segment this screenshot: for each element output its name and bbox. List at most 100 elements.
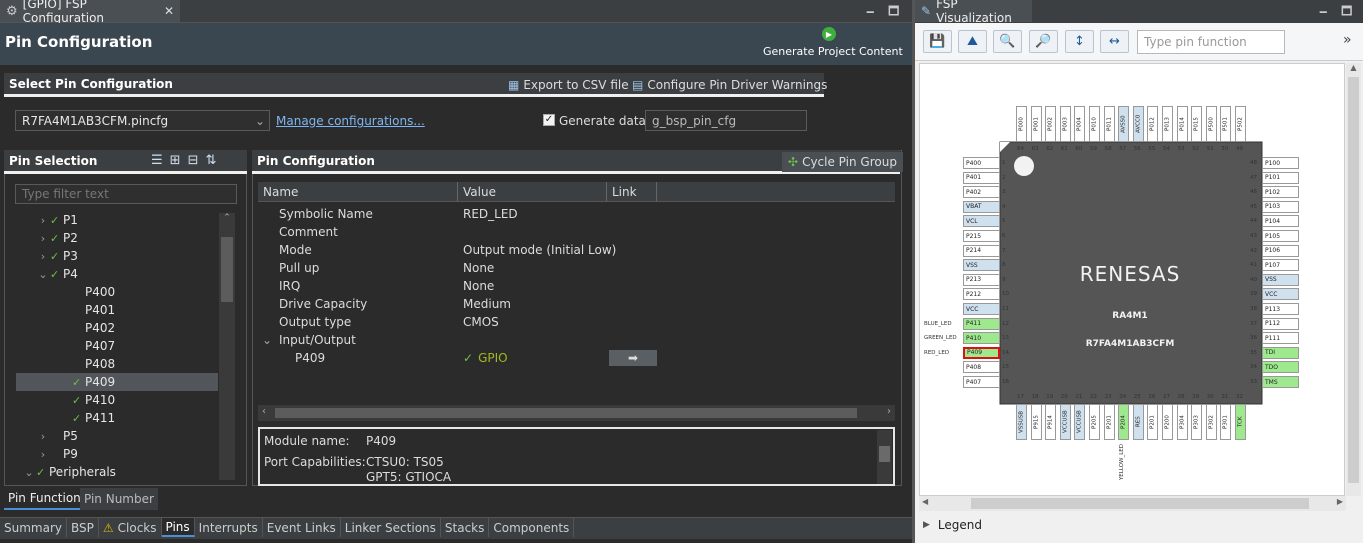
chip-pin[interactable]: VCC	[1262, 288, 1299, 301]
cycle-pin-group-button[interactable]: ✣ Cycle Pin Group	[782, 152, 903, 172]
pin-tree-item[interactable]: › ✓ P3	[16, 247, 218, 265]
pin-tree-item[interactable]: ⌄ ✓ Peripherals	[16, 463, 218, 481]
chip-pin[interactable]: P502	[1235, 106, 1246, 142]
viz-maximize-icon[interactable]: 🗖	[1341, 2, 1352, 23]
property-row[interactable]: Output type CMOS	[258, 313, 895, 331]
pin-tree-item[interactable]: › ✓ P1	[16, 211, 218, 229]
subtab-pin-function[interactable]: Pin Function	[4, 488, 85, 510]
pin-tree-item[interactable]: › P5	[16, 427, 218, 445]
zoom-fit-button[interactable]: ⛰	[958, 30, 987, 53]
chip-pin[interactable]: P408	[963, 361, 1000, 374]
tab-stacks[interactable]: Stacks	[440, 518, 490, 537]
chevron-right-icon[interactable]: ›	[36, 232, 50, 245]
scroll-up-icon[interactable]: ⌃	[219, 213, 235, 227]
property-row[interactable]: Mode Output mode (Initial Low)	[258, 241, 895, 259]
pin-tree-item[interactable]: P400	[16, 283, 218, 301]
chip-pin[interactable]: P010	[1089, 106, 1100, 142]
hscroll-thumb[interactable]	[275, 408, 857, 418]
chip-pin[interactable]: P304	[1176, 404, 1188, 440]
chip-pin[interactable]: AVSS0	[1118, 106, 1130, 142]
fit-height-button[interactable]: ↕	[1065, 30, 1094, 53]
pin-tree-item[interactable]: P407	[16, 337, 218, 355]
manage-configurations-link[interactable]: Manage configurations...	[276, 114, 425, 128]
pin-tree-item[interactable]: P401	[16, 301, 218, 319]
viz-vscrollbar[interactable]: ▲	[1346, 63, 1361, 496]
property-value[interactable]: Medium	[463, 297, 511, 311]
chip-pin[interactable]: P011	[1103, 106, 1115, 142]
chip-pin[interactable]: P201	[1147, 404, 1159, 440]
pin-tree-item[interactable]: ✓ P410	[16, 391, 218, 409]
pin-tree-item[interactable]: › P9	[16, 445, 218, 463]
viz-scroll-up-icon[interactable]: ▲	[1346, 63, 1361, 75]
tab-linker-sections[interactable]: Linker Sections	[340, 518, 441, 537]
chevron-down-icon[interactable]: ⌄	[36, 268, 50, 281]
chip-pin[interactable]: VCC	[963, 303, 1000, 315]
scroll-thumb[interactable]	[221, 237, 233, 302]
property-row[interactable]: Symbolic Name RED_LED	[258, 205, 895, 223]
info-scrollbar[interactable]	[877, 430, 892, 484]
chip-pin[interactable]: P213	[963, 273, 1000, 286]
chevron-right-icon[interactable]: ›	[36, 430, 50, 443]
chip-pin[interactable]: P112	[1262, 317, 1299, 330]
chip-pin[interactable]: P301	[1220, 404, 1232, 440]
zoom-out-button[interactable]: 🔍	[993, 30, 1022, 53]
tab-interrupts[interactable]: Interrupts	[194, 518, 263, 537]
chip-pin[interactable]: P103	[1262, 200, 1299, 213]
pin-tree-item[interactable]: P402	[16, 319, 218, 337]
link-arrow-button[interactable]: ➡	[609, 350, 657, 366]
fit-width-button[interactable]: ↔	[1100, 30, 1129, 53]
chip-pin[interactable]: P106	[1262, 244, 1299, 257]
chevron-down-icon[interactable]: ⌄	[22, 466, 36, 479]
chip-pin[interactable]: VCCUSB	[1074, 404, 1086, 440]
tab-pins[interactable]: Pins	[161, 518, 195, 537]
minimize-icon[interactable]: 🗕	[866, 2, 875, 23]
editor-tab[interactable]: ⚙ [GPIO] FSP Configuration ✕	[0, 0, 180, 25]
viz-scroll-right-icon[interactable]: ▶	[1337, 497, 1343, 506]
tab-bsp[interactable]: BSP	[67, 518, 99, 537]
chip-pin[interactable]: P003	[1059, 106, 1071, 142]
viz-hscroll-thumb[interactable]	[971, 498, 1309, 509]
chip-pin[interactable]: P104	[1262, 215, 1299, 228]
pin-tree-item[interactable]: P408	[16, 355, 218, 373]
chip-pin[interactable]: TDI	[1262, 346, 1299, 359]
chip-pin[interactable]: P013	[1162, 106, 1173, 142]
chip-pin[interactable]: P002	[1045, 106, 1057, 142]
pin-tree-item[interactable]: ✓ P409	[16, 373, 218, 391]
expand-all-icon[interactable]: ⊞	[170, 153, 181, 168]
viz-tab[interactable]: ✎ FSP Visualization	[915, 0, 1032, 25]
chip-pin[interactable]: P200	[1162, 404, 1173, 440]
col-link[interactable]: Link	[607, 182, 657, 201]
pin-tree-item[interactable]: › ✓ P2	[16, 229, 218, 247]
property-value[interactable]: None	[463, 279, 494, 293]
chip-pin[interactable]: P915	[1030, 404, 1042, 440]
property-value[interactable]: CMOS	[463, 315, 499, 329]
chip-pin[interactable]: RES	[1132, 404, 1144, 440]
chip-pin[interactable]: P400	[963, 157, 1000, 169]
chip-pin[interactable]: P014	[1176, 106, 1188, 142]
chip-pin[interactable]: P205	[1089, 404, 1100, 440]
tab-summary[interactable]: Summary	[0, 518, 67, 537]
scroll-left-icon[interactable]: ‹	[262, 406, 266, 417]
chip-pin[interactable]: P914	[1045, 404, 1057, 440]
chip-pin[interactable]: P501	[1220, 106, 1232, 142]
chevron-right-icon[interactable]: ›	[36, 214, 50, 227]
chip-pin[interactable]: VCCUSB	[1059, 404, 1071, 440]
chip-pin[interactable]: P012	[1147, 106, 1159, 142]
chip-pin[interactable]: P212	[963, 288, 1000, 301]
filter-icon[interactable]: ⇅	[205, 153, 216, 168]
chip-pin[interactable]: P111	[1262, 332, 1299, 345]
property-row[interactable]: Drive Capacity Medium	[258, 295, 895, 313]
viz-hscrollbar[interactable]: ◀ ▶	[919, 496, 1346, 511]
pin-tree-scrollbar[interactable]: ⌃	[219, 213, 235, 480]
viz-scroll-left-icon[interactable]: ◀	[922, 497, 928, 506]
col-value[interactable]: Value	[458, 182, 607, 201]
chip-pin[interactable]: P409	[963, 346, 1000, 359]
chip-pin[interactable]: P015	[1191, 106, 1203, 142]
col-name[interactable]: Name	[258, 182, 458, 201]
chip-pin[interactable]: P215	[963, 230, 1000, 242]
chip-pin[interactable]: P407	[963, 376, 1000, 388]
hscrollbar[interactable]: ‹ ›	[258, 405, 895, 421]
list-icon[interactable]: ☰	[151, 153, 163, 168]
generate-data-checkbox[interactable]: ✓	[543, 114, 555, 126]
viz-minimize-icon[interactable]: 🗕	[1319, 2, 1328, 23]
